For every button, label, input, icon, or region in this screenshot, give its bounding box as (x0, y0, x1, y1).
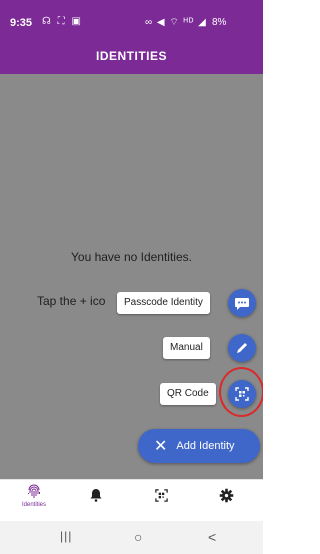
recent-apps-button[interactable]: ||| (60, 529, 72, 543)
qr-code-label[interactable]: QR Code (160, 383, 216, 405)
empty-title: You have no Identities. (71, 250, 192, 264)
passcode-identity-label[interactable]: Passcode Identity (117, 292, 210, 314)
status-bar: 9:35 ☊ ⛶ ▣ ∞ ◀ ⌔ ᴴᴰ ◢ 8% (0, 0, 263, 38)
bell-icon (90, 489, 102, 502)
back-button[interactable]: < (208, 529, 216, 545)
close-icon: ✕ (154, 438, 168, 455)
fingerprint-icon (28, 484, 40, 498)
page-title: IDENTITIES (95, 49, 167, 63)
passcode-identity-button[interactable] (228, 289, 256, 317)
battery-level: 8% (212, 17, 227, 28)
nav-item-identities[interactable]: Identities (14, 484, 54, 508)
manual-label[interactable]: Manual (163, 337, 210, 359)
nav-item-label: Identities (21, 502, 46, 508)
manual-button[interactable] (228, 334, 256, 362)
qr-code-highlight-ring (219, 367, 263, 417)
pencil-icon (237, 343, 247, 353)
nav-item-settings[interactable] (206, 488, 246, 503)
status-time: 9:35 (10, 17, 33, 29)
identities-empty-state[interactable]: You have no Identities. Tap the + ico (0, 74, 263, 479)
system-navigation-bar: ||| ○ < (0, 521, 263, 554)
qr-scan-icon (154, 489, 168, 502)
connectivity-icons: ∞ ◀ ⌔ ᴴᴰ ◢ (145, 17, 207, 28)
bottom-navigation: Identities (0, 479, 263, 521)
home-button[interactable]: ○ (134, 529, 142, 545)
notification-icons: ☊ ⛶ ▣ (42, 16, 83, 27)
chat-bubble-icon (235, 298, 249, 310)
nav-item-scan[interactable] (141, 488, 181, 503)
app-bar: IDENTITIES (0, 38, 263, 74)
add-identity-button[interactable]: ✕ Add Identity (138, 429, 260, 463)
phone-screen: 9:35 ☊ ⛶ ▣ ∞ ◀ ⌔ ᴴᴰ ◢ 8% IDENTITIES You … (0, 0, 263, 554)
add-identity-label: Add Identity (176, 440, 235, 452)
empty-hint: Tap the + ico (37, 294, 106, 308)
nav-item-notifications[interactable] (76, 488, 116, 502)
gear-icon (219, 488, 233, 503)
